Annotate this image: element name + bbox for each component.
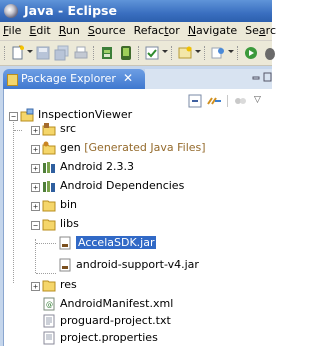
debug-icon[interactable] <box>262 45 278 61</box>
toolbar-separator <box>171 46 174 60</box>
collapse-toggle[interactable]: − <box>9 112 18 121</box>
package-explorer-icon <box>7 74 18 86</box>
jar-icon <box>59 258 71 272</box>
main-toolbar <box>0 41 275 66</box>
menu-refactor[interactable]: Refactor <box>130 22 184 37</box>
minimize-view-icon[interactable] <box>252 74 260 82</box>
tree-item-label: project.properties <box>60 331 158 344</box>
view-menu-icon[interactable]: ▽ <box>254 95 261 105</box>
toolbar-separator <box>237 46 240 60</box>
menu-run[interactable]: Run <box>55 22 84 37</box>
android-lint-icon[interactable] <box>144 45 160 61</box>
tree-item-label: proguard-project.txt <box>60 314 171 327</box>
expand-toggle[interactable]: + <box>31 282 40 291</box>
tree-item-label: InspectionViewer <box>38 108 133 121</box>
android-avd-manager-icon[interactable] <box>118 45 134 61</box>
tree-connector <box>36 273 56 274</box>
menu-search[interactable]: Searc <box>241 22 280 37</box>
run-icon[interactable] <box>243 45 259 61</box>
expand-toggle[interactable]: + <box>31 164 40 173</box>
tree-item-label: android-support-v4.jar <box>76 258 199 271</box>
expand-toggle[interactable]: + <box>31 202 40 211</box>
collapse-all-icon[interactable] <box>188 94 202 108</box>
lint-dropdown-arrow[interactable] <box>162 50 168 53</box>
menu-edit[interactable]: Edit <box>25 22 54 37</box>
new-project-dropdown-arrow[interactable] <box>195 50 201 53</box>
text-file-icon <box>43 314 55 328</box>
library-icon <box>43 181 55 192</box>
collapse-toggle[interactable]: − <box>31 221 40 230</box>
menu-file[interactable]: File <box>0 22 25 37</box>
tree-item-label: AccelaSDK.jar <box>76 236 157 249</box>
properties-file-icon <box>43 331 55 345</box>
tree-item-decoration: [Generated Java Files] <box>84 141 206 154</box>
toolbar-separator <box>204 46 207 60</box>
new-android-project-icon[interactable] <box>177 45 193 61</box>
xml-file-icon: @ <box>43 297 55 311</box>
tree-item-label: AndroidManifest.xml <box>60 297 174 310</box>
menu-source[interactable]: Source <box>84 22 130 37</box>
generated-folder-icon <box>42 141 56 155</box>
tab-package-explorer[interactable]: Package Explorer ✕ <box>3 69 145 89</box>
tree-item-label: src <box>60 122 77 135</box>
tree-item-label: Android Dependencies <box>60 179 185 192</box>
svg-text:@: @ <box>46 301 53 309</box>
print-icon[interactable] <box>73 45 89 61</box>
save-all-icon[interactable] <box>54 45 70 61</box>
source-folder-icon <box>42 123 56 136</box>
folder-icon <box>42 200 56 212</box>
package-explorer-title: Package Explorer <box>21 72 116 85</box>
android-sdk-manager-icon[interactable] <box>99 45 115 61</box>
folder-icon <box>42 219 56 231</box>
open-type-dropdown-arrow[interactable] <box>228 50 234 53</box>
folder-icon <box>42 280 56 292</box>
tree-item-label: libs <box>60 217 79 230</box>
tree-item-label: res <box>60 278 77 291</box>
window-title: Java - Eclipse <box>24 3 117 18</box>
window-titlebar: Java - Eclipse <box>0 0 272 22</box>
tree-connector <box>14 130 22 131</box>
close-view-icon[interactable]: ✕ <box>123 71 133 85</box>
menu-navigate[interactable]: Navigate <box>184 22 241 37</box>
new-file-icon[interactable] <box>10 45 26 61</box>
expand-toggle[interactable]: + <box>31 145 40 154</box>
project-icon <box>20 108 34 122</box>
toolbar-separator <box>93 46 96 60</box>
view-toolbar-separator <box>227 95 228 107</box>
tree-guide-line <box>13 118 14 283</box>
library-icon <box>43 162 55 173</box>
tree-connector <box>36 243 56 244</box>
focus-on-active-task-icon[interactable] <box>233 94 247 108</box>
expand-toggle[interactable]: + <box>31 183 40 192</box>
maximize-view-icon[interactable] <box>263 72 272 82</box>
tree-item-label: Android 2.3.3 <box>60 160 135 173</box>
menu-bar: File Edit Run Source Refactor Navigate Searc <box>0 22 276 41</box>
tree-item-label: gen <box>60 141 81 154</box>
tree-item-label: bin <box>60 198 78 211</box>
jar-icon <box>59 236 71 250</box>
open-type-icon[interactable] <box>210 45 226 61</box>
tree-guide-line <box>35 239 36 273</box>
eclipse-icon <box>4 4 18 18</box>
link-with-editor-icon[interactable] <box>206 94 222 108</box>
new-dropdown-arrow[interactable] <box>27 50 33 53</box>
expand-toggle[interactable]: + <box>31 126 40 135</box>
toolbar-separator <box>138 46 141 60</box>
save-icon[interactable] <box>35 45 51 61</box>
toolbar-separator <box>4 46 7 60</box>
